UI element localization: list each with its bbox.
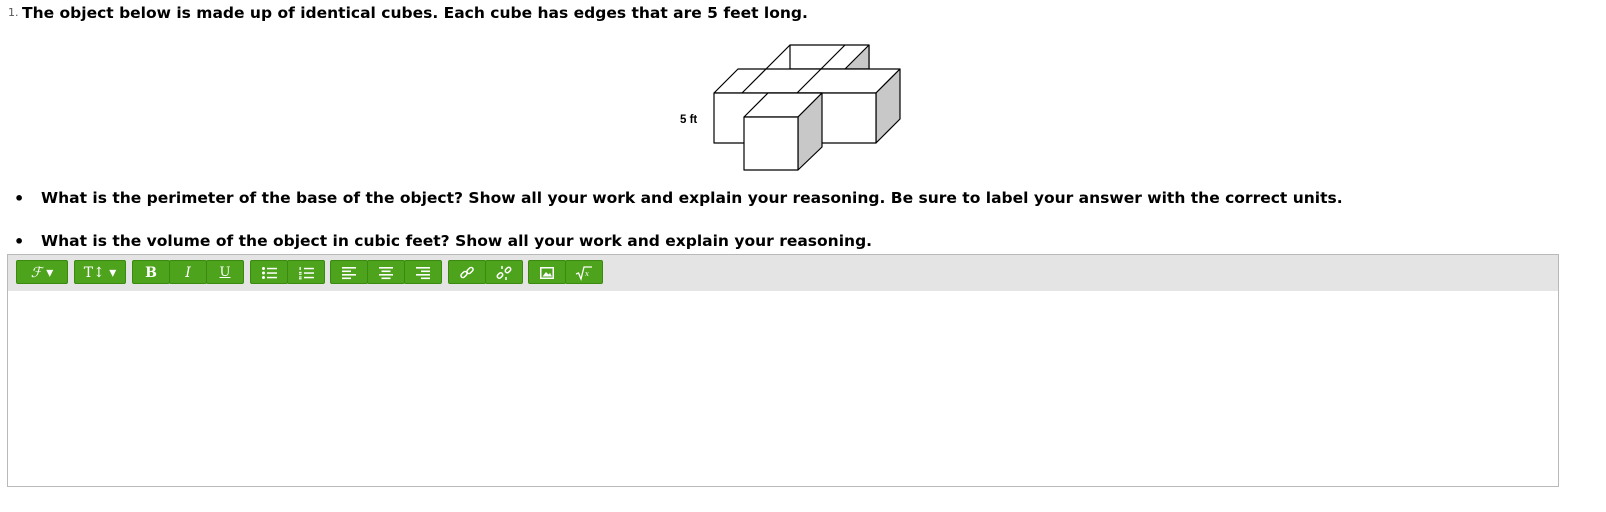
editor-toolbar: ℱ ▾ T↕ ▾ B I U x <box>8 255 1558 291</box>
answer-text-area[interactable] <box>8 291 1558 486</box>
unlink-button[interactable] <box>485 260 523 284</box>
edge-length-label: 5 ft <box>680 114 697 126</box>
cube-figure: 5 ft <box>676 42 904 174</box>
bullet-list-button[interactable] <box>250 260 288 284</box>
align-center-icon <box>379 267 393 280</box>
answer-editor: ℱ ▾ T↕ ▾ B I U x <box>7 254 1559 487</box>
cube-figure-drawing: 5 ft <box>676 42 904 174</box>
align-right-button[interactable] <box>404 260 442 284</box>
italic-icon: I <box>185 265 191 281</box>
bold-icon: B <box>145 265 157 281</box>
image-icon <box>540 267 554 279</box>
align-right-icon <box>416 267 430 280</box>
question-stem: The object below is made up of identical… <box>22 4 808 22</box>
align-left-icon <box>342 267 356 280</box>
bullet-text: What is the perimeter of the base of the… <box>41 189 1343 207</box>
italic-button[interactable]: I <box>169 260 207 284</box>
numbered-list-button[interactable] <box>287 260 325 284</box>
align-center-button[interactable] <box>367 260 405 284</box>
bullet-list-icon <box>262 267 277 279</box>
font-size-icon: T↕ ▾ <box>83 265 117 281</box>
underline-button[interactable]: U <box>206 260 244 284</box>
numbered-list-icon <box>299 267 314 280</box>
image-button[interactable] <box>528 260 566 284</box>
link-icon <box>460 266 474 279</box>
font-family-button[interactable]: ℱ ▾ <box>16 260 68 284</box>
unlink-icon <box>496 266 512 280</box>
equation-icon: x <box>575 266 592 282</box>
underline-icon: U <box>219 265 231 280</box>
bullet-dot-icon: • <box>14 189 25 208</box>
bullet-dot-icon: • <box>14 232 25 251</box>
font-size-button[interactable]: T↕ ▾ <box>74 260 126 284</box>
svg-text:x: x <box>585 270 589 278</box>
equation-button[interactable]: x <box>565 260 603 284</box>
question-number: 1. <box>8 6 19 19</box>
bullet-text: What is the volume of the object in cubi… <box>41 232 873 250</box>
align-left-button[interactable] <box>330 260 368 284</box>
bold-button[interactable]: B <box>132 260 170 284</box>
link-button[interactable] <box>448 260 486 284</box>
font-family-icon: ℱ ▾ <box>30 265 54 281</box>
